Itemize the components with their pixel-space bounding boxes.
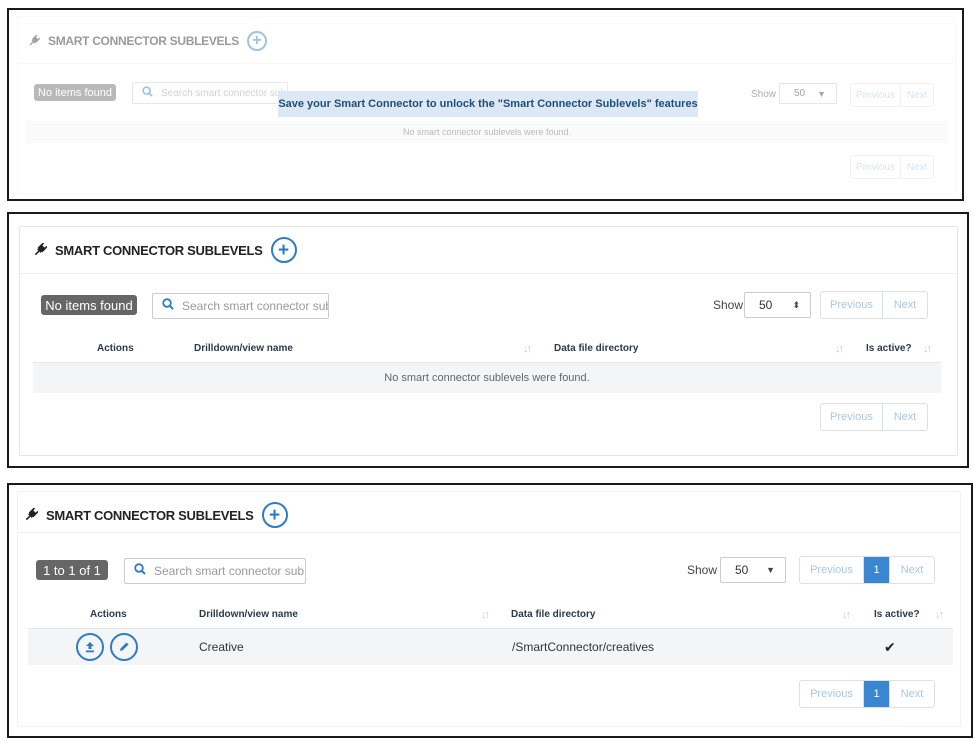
panel-empty-card: SMART CONNECTOR SUBLEVELS + No items fou… — [19, 226, 958, 456]
column-header-active[interactable]: Is active? — [866, 343, 912, 354]
next-page-button[interactable]: Next — [890, 557, 934, 583]
show-label: Show — [687, 563, 718, 577]
items-count-badge: No items found — [41, 295, 137, 315]
previous-page-button-bottom[interactable]: Previous — [800, 681, 864, 707]
search-input-wrapper[interactable] — [152, 293, 329, 319]
column-header-actions[interactable]: Actions — [97, 343, 134, 354]
sort-icon[interactable]: ↓↑ — [935, 609, 944, 621]
panel-populated-card: SMART CONNECTOR SUBLEVELS + 1 to 1 of 1 … — [17, 491, 961, 727]
column-header-drilldown[interactable]: Drilldown/view name — [194, 343, 293, 354]
pencil-icon — [120, 642, 129, 651]
plug-icon — [28, 35, 40, 47]
next-page-button-bottom[interactable]: Next — [883, 404, 927, 430]
plug-icon — [24, 508, 38, 522]
chevron-down-icon: ▼ — [766, 565, 775, 575]
search-icon — [162, 297, 174, 315]
page-size-value: 50 — [735, 563, 749, 577]
page-size-select[interactable]: 50 ▼ — [779, 83, 837, 104]
previous-page-button[interactable]: Previous — [821, 292, 883, 318]
page-size-value: 50 — [759, 298, 773, 312]
sort-icon[interactable]: ↓↑ — [481, 609, 490, 621]
add-sublevel-button[interactable]: + — [261, 502, 288, 528]
panel-title: SMART CONNECTOR SUBLEVELS — [55, 242, 263, 258]
next-page-button[interactable]: Next — [883, 292, 927, 318]
drilldown-name-cell: Creative — [199, 640, 244, 654]
search-input-wrapper[interactable] — [132, 82, 288, 104]
page-size-value: 50 — [794, 88, 806, 99]
previous-page-button[interactable]: Previous — [851, 84, 901, 106]
panel-disabled-frame: SMART CONNECTOR SUBLEVELS + No items fou… — [7, 8, 964, 201]
empty-table-row: No smart connector sublevels were found. — [26, 121, 948, 143]
search-icon — [142, 84, 153, 102]
sort-icon[interactable]: ↓↑ — [923, 343, 932, 355]
save-to-unlock-tooltip: Save your Smart Connector to unlock the … — [278, 91, 698, 117]
column-header-actions[interactable]: Actions — [90, 609, 127, 620]
empty-table-row: No smart connector sublevels were found. — [33, 363, 941, 393]
table-row: Creative /SmartConnector/creatives ✔ — [28, 629, 953, 665]
panel-populated-frame: SMART CONNECTOR SUBLEVELS + 1 to 1 of 1 … — [7, 483, 973, 738]
chevron-down-icon: ▼ — [817, 88, 826, 99]
sort-icon[interactable]: ↓↑ — [523, 343, 532, 355]
chevron-updown-icon: ⬍ — [792, 299, 800, 310]
search-input-wrapper[interactable] — [124, 558, 306, 584]
add-sublevel-button[interactable]: + — [270, 237, 297, 263]
items-count-badge: No items found — [34, 84, 116, 101]
panel-empty-frame: SMART CONNECTOR SUBLEVELS + No items fou… — [7, 212, 969, 468]
add-sublevel-button[interactable]: + — [246, 31, 267, 51]
items-count-badge: 1 to 1 of 1 — [36, 560, 108, 580]
column-header-active[interactable]: Is active? — [874, 609, 920, 620]
search-input[interactable] — [161, 87, 287, 99]
column-header-directory[interactable]: Data file directory — [554, 343, 638, 354]
page-size-select[interactable]: 50 ▼ — [720, 557, 786, 583]
column-header-directory[interactable]: Data file directory — [511, 609, 595, 620]
sort-icon[interactable]: ↓↑ — [835, 343, 844, 355]
sort-icon[interactable]: ↓↑ — [842, 609, 851, 621]
plug-icon — [33, 243, 47, 257]
search-input[interactable] — [182, 299, 328, 313]
show-label: Show — [751, 89, 777, 100]
page-number-button[interactable]: 1 — [864, 557, 890, 583]
data-directory-cell: /SmartConnector/creatives — [512, 640, 655, 654]
check-icon: ✔ — [884, 639, 896, 655]
next-page-button-bottom[interactable]: Next — [901, 156, 933, 178]
page-size-select[interactable]: 50 ⬍ — [744, 292, 811, 318]
upload-icon — [86, 642, 94, 653]
previous-page-button-bottom[interactable]: Previous — [851, 156, 901, 178]
next-page-button-bottom[interactable]: Next — [890, 681, 934, 707]
page-number-button-bottom[interactable]: 1 — [864, 681, 890, 707]
column-header-drilldown[interactable]: Drilldown/view name — [199, 609, 298, 620]
upload-button[interactable] — [76, 633, 104, 661]
previous-page-button-bottom[interactable]: Previous — [821, 404, 883, 430]
next-page-button[interactable]: Next — [901, 84, 933, 106]
edit-button[interactable] — [110, 633, 138, 661]
panel-title: SMART CONNECTOR SUBLEVELS — [48, 34, 239, 48]
panel-title: SMART CONNECTOR SUBLEVELS — [46, 507, 254, 523]
previous-page-button[interactable]: Previous — [800, 557, 864, 583]
show-label: Show — [713, 298, 744, 312]
search-icon — [134, 562, 146, 580]
search-input[interactable] — [154, 564, 305, 578]
